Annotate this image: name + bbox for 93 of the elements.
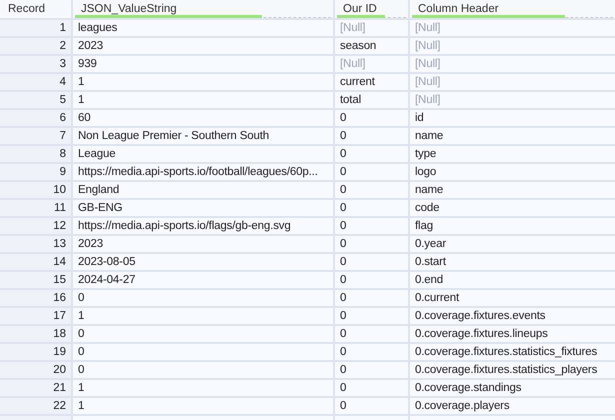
- table-cell: 60: [73, 110, 333, 126]
- table-cell: name: [410, 182, 615, 198]
- record-number: 21: [0, 380, 71, 396]
- table-cell: id: [410, 110, 615, 126]
- column-header[interactable]: Column Header: [410, 0, 615, 18]
- table-cell: England: [73, 182, 333, 198]
- record-number: 16: [0, 290, 71, 306]
- record-number: 6: [0, 110, 71, 126]
- table-cell: League: [73, 146, 333, 162]
- record-number: 19: [0, 344, 71, 360]
- table-cell: 0: [335, 380, 408, 396]
- table-cell: 0: [73, 290, 333, 306]
- column-header[interactable]: Record: [0, 0, 71, 18]
- record-number: 4: [0, 74, 71, 90]
- table-cell: 0.coverage.fixtures.statistics_players: [410, 362, 615, 378]
- table-cell: 0.year: [410, 236, 615, 252]
- table-cell: 1: [73, 92, 333, 108]
- table-cell: Non League Premier - Southern South: [73, 128, 333, 144]
- record-number: 8: [0, 146, 71, 162]
- table-cell: [Null]: [410, 20, 615, 36]
- table-cell: 1: [73, 308, 333, 324]
- record-number: 20: [0, 362, 71, 378]
- table-cell: 0.coverage.players: [410, 398, 615, 414]
- table-cell: 0: [335, 146, 408, 162]
- table-cell: total: [335, 92, 408, 108]
- table-cell: current: [335, 74, 408, 90]
- table-cell: 0: [335, 326, 408, 342]
- column-header[interactable]: Our ID: [335, 0, 408, 18]
- record-number: 13: [0, 236, 71, 252]
- table-cell: [Null]: [335, 20, 408, 36]
- table-cell: 0: [335, 272, 408, 288]
- table-cell: 0: [335, 308, 408, 324]
- table-cell: 0: [335, 182, 408, 198]
- table-cell: [Null]: [410, 92, 615, 108]
- table-cell: 0.coverage.fixtures.lineups: [410, 326, 615, 342]
- table-cell: logo: [410, 164, 615, 180]
- record-number: 2: [0, 38, 71, 54]
- quality-bar: [337, 15, 406, 18]
- record-number: 17: [0, 308, 71, 324]
- record-number: 3: [0, 56, 71, 72]
- table-cell: 0.coverage.fixtures.events: [410, 308, 615, 324]
- table-cell: [Null]: [410, 74, 615, 90]
- table-cell: https://media.api-sports.io/flags/gb-eng.svg: [73, 218, 333, 234]
- table-cell: https://media.api-sports.io/football/leagues/60p...: [73, 164, 333, 180]
- table-cell: [Null]: [410, 38, 615, 54]
- table-cell: [Null]: [410, 56, 615, 72]
- table-cell: flag: [410, 218, 615, 234]
- table-cell: 0: [335, 200, 408, 216]
- table-cell: 2023: [73, 38, 333, 54]
- table-cell: 2023-08-05: [73, 254, 333, 270]
- table-cell: 0: [335, 218, 408, 234]
- table-cell: 0.current: [410, 290, 615, 306]
- table-cell: 0.coverage.standings: [410, 380, 615, 396]
- table-cell: 939: [73, 56, 333, 72]
- table-cell: 0: [335, 164, 408, 180]
- table-cell: 0: [73, 344, 333, 360]
- table-cell: 0: [335, 290, 408, 306]
- column-header[interactable]: JSON_ValueString: [73, 0, 333, 18]
- table-cell: 0: [335, 398, 408, 414]
- table-cell: 0: [335, 236, 408, 252]
- table-cell: 0: [335, 110, 408, 126]
- table-cell: 0: [73, 362, 333, 378]
- record-number: 1: [0, 20, 71, 36]
- record-number: 18: [0, 326, 71, 342]
- record-number: 5: [0, 92, 71, 108]
- table-cell: [Null]: [335, 56, 408, 72]
- table-cell: 0.end: [410, 272, 615, 288]
- record-number: 9: [0, 164, 71, 180]
- table-cell: 0: [335, 344, 408, 360]
- table-cell: 0.start: [410, 254, 615, 270]
- table-cell: season: [335, 38, 408, 54]
- table-cell: 1: [73, 380, 333, 396]
- table-cell: type: [410, 146, 615, 162]
- record-number: 15: [0, 272, 71, 288]
- table-cell: 2023: [73, 236, 333, 252]
- table-cell: 0: [335, 362, 408, 378]
- record-number: 22: [0, 398, 71, 414]
- table-cell: 0: [73, 326, 333, 342]
- table-cell: 0.coverage.fixtures.statistics_fixtures: [410, 344, 615, 360]
- table-cell: name: [410, 128, 615, 144]
- table-cell: 0: [335, 128, 408, 144]
- table-cell: GB-ENG: [73, 200, 333, 216]
- table-cell: code: [410, 200, 615, 216]
- record-number: 7: [0, 128, 71, 144]
- record-number: 14: [0, 254, 71, 270]
- table-cell: leagues: [73, 20, 333, 36]
- record-number: 11: [0, 200, 71, 216]
- table-cell: 2024-04-27: [73, 272, 333, 288]
- table-cell: 1: [73, 74, 333, 90]
- record-number: 10: [0, 182, 71, 198]
- table-cell: 1: [73, 398, 333, 414]
- table-cell: 0: [335, 254, 408, 270]
- record-number: 12: [0, 218, 71, 234]
